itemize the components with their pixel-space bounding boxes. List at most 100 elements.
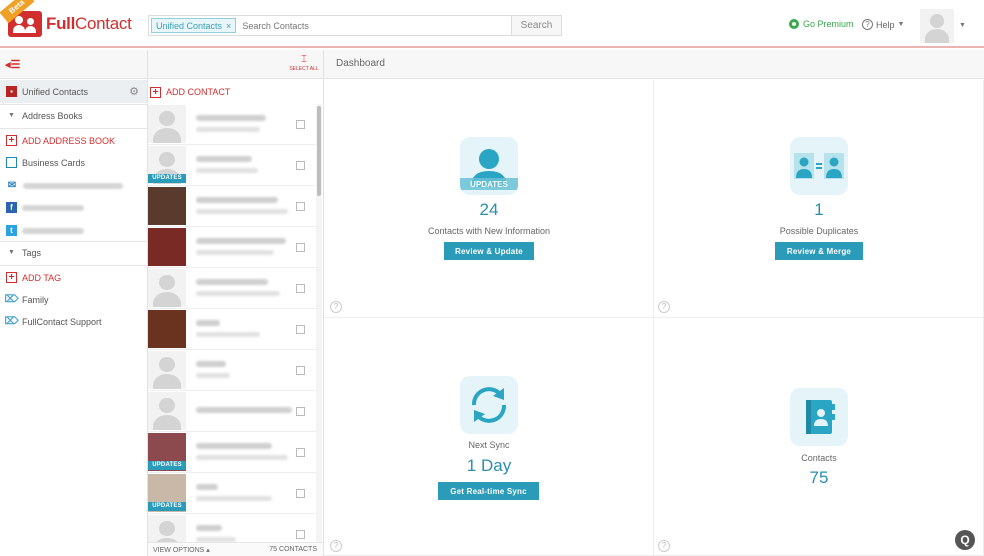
redacted-email <box>196 496 272 501</box>
contact-row[interactable] <box>148 227 316 268</box>
view-options-button[interactable]: VIEW OPTIONS ▴ <box>153 546 210 554</box>
contact-checkbox[interactable] <box>296 161 305 170</box>
next-sync-value: 1 Day <box>466 456 512 475</box>
redacted-name <box>196 238 286 244</box>
facebook-icon: f <box>6 202 17 213</box>
redacted-email <box>196 407 292 413</box>
select-all-label: SELECT ALL <box>289 66 319 72</box>
top-header: Beta FullContact Unified Contacts × Sear… <box>0 0 984 48</box>
redacted-email <box>196 332 260 337</box>
contact-row[interactable] <box>148 309 316 350</box>
redacted-account <box>22 204 84 211</box>
plus-icon: + <box>150 86 161 98</box>
plus-icon: + <box>6 272 17 283</box>
section-address-books[interactable]: ▼ Address Books <box>0 104 147 127</box>
updates-tile: UPDATES <box>460 137 518 195</box>
add-address-book-button[interactable]: + ADD ADDRESS BOOK <box>0 129 147 152</box>
add-contact-button[interactable]: + ADD CONTACT <box>150 84 230 100</box>
sidebar-item-unified-contacts[interactable]: ▪ Unified Contacts ⚙ <box>0 80 147 103</box>
duplicate-contacts-icon <box>794 153 844 179</box>
support-chat-button[interactable]: Q <box>953 528 977 552</box>
redacted-email <box>196 455 288 460</box>
contact-list-scrollbar[interactable] <box>316 104 322 544</box>
section-tags[interactable]: ▼ Tags <box>0 241 147 264</box>
search-scope-chip[interactable]: Unified Contacts × <box>151 18 237 33</box>
contact-checkbox[interactable] <box>296 530 305 539</box>
user-avatar[interactable] <box>920 9 954 43</box>
contact-row[interactable]: UPDATES <box>148 145 316 186</box>
chevron-down-icon: ▼ <box>897 21 905 28</box>
question-icon[interactable]: ? <box>330 540 342 552</box>
contact-checkbox[interactable] <box>296 366 305 375</box>
contact-row[interactable]: UPDATES <box>148 473 316 514</box>
add-tag-label: ADD TAG <box>22 272 62 283</box>
sidebar-item-label: Family <box>22 294 49 305</box>
review-merge-button[interactable]: Review & Merge <box>775 242 863 260</box>
contact-count: 75 CONTACTS <box>269 546 317 553</box>
sync-panel: Next Sync 1 Day Get Real-time Sync ? <box>324 318 654 556</box>
contact-checkbox[interactable] <box>296 407 305 416</box>
redacted-email <box>196 127 260 132</box>
redacted-name <box>196 320 220 326</box>
redacted-name <box>196 197 278 203</box>
question-icon[interactable]: ? <box>330 301 342 313</box>
contact-checkbox[interactable] <box>296 448 305 457</box>
updates-panel: UPDATES 24 Contacts with New Information… <box>324 80 654 318</box>
contact-checkbox[interactable] <box>296 202 305 211</box>
search-input[interactable] <box>242 17 511 34</box>
redacted-email <box>196 168 258 173</box>
search-bar: Unified Contacts × Search <box>148 15 562 36</box>
fullcontact-logo[interactable]: Beta FullContact <box>0 0 132 38</box>
contact-row[interactable]: UPDATES <box>148 432 316 473</box>
brand-name: FullContact <box>46 14 132 33</box>
sidebar-item-business-cards[interactable]: Business Cards <box>0 151 147 174</box>
contact-row[interactable] <box>148 350 316 391</box>
plus-icon: + <box>6 135 17 146</box>
question-icon[interactable]: ? <box>658 540 670 552</box>
add-tag-button[interactable]: + ADD TAG <box>0 266 147 289</box>
search-button[interactable]: Search <box>511 16 561 35</box>
scrollbar-thumb[interactable] <box>317 106 321 196</box>
add-contact-label: ADD CONTACT <box>166 87 231 97</box>
contact-row[interactable] <box>148 391 316 432</box>
sidebar: ▪ Unified Contacts ⚙ ▼ Address Books + A… <box>0 80 147 556</box>
chevron-down-icon[interactable]: ▼ <box>959 22 966 29</box>
contact-row[interactable] <box>148 104 316 145</box>
help-menu[interactable]: ? Help ▼ <box>862 19 904 30</box>
sidebar-item-email-account[interactable]: ✉ <box>0 174 147 197</box>
sidebar-item-twitter[interactable]: t <box>0 219 147 242</box>
collapse-sidebar-icon[interactable]: ◂☰ <box>5 58 20 71</box>
contact-checkbox[interactable] <box>296 489 305 498</box>
avatar <box>148 310 186 348</box>
contact-checkbox[interactable] <box>296 120 305 129</box>
contact-checkbox[interactable] <box>296 284 305 293</box>
redacted-name <box>196 279 268 285</box>
redacted-email <box>196 291 280 296</box>
contact-checkbox[interactable] <box>296 243 305 252</box>
sidebar-item-label: Business Cards <box>22 157 86 168</box>
redacted-name <box>196 361 226 367</box>
contact-checkbox[interactable] <box>296 325 305 334</box>
get-realtime-sync-button[interactable]: Get Real-time Sync <box>438 482 539 500</box>
question-icon[interactable]: ? <box>658 301 670 313</box>
mail-icon: ✉ <box>7 180 17 191</box>
contact-row[interactable] <box>148 268 316 309</box>
gear-icon[interactable]: ⚙ <box>129 85 139 98</box>
close-icon[interactable]: × <box>226 21 231 31</box>
review-update-button[interactable]: Review & Update <box>444 242 534 260</box>
update-badge: UPDATES <box>148 461 186 470</box>
sidebar-item-tag-support[interactable]: ⌦ FullContact Support <box>0 310 147 333</box>
update-badge: UPDATES <box>148 174 186 183</box>
select-all-button[interactable]: ⌶ SELECT ALL <box>287 54 321 73</box>
chevron-down-icon: ▼ <box>8 112 15 119</box>
contact-row[interactable] <box>148 186 316 227</box>
updates-tile-label: UPDATES <box>470 180 508 189</box>
add-address-book-label: ADD ADDRESS BOOK <box>22 135 116 146</box>
tag-icon: ⌦ <box>4 294 19 305</box>
go-premium-link[interactable]: Go Premium <box>789 19 854 29</box>
sidebar-item-tag-family[interactable]: ⌦ Family <box>0 288 147 311</box>
twitter-icon: t <box>6 225 17 236</box>
search-scope-label: Unified Contacts <box>156 20 223 31</box>
section-label: Address Books <box>21 110 83 121</box>
sidebar-item-facebook[interactable]: f <box>0 196 147 219</box>
